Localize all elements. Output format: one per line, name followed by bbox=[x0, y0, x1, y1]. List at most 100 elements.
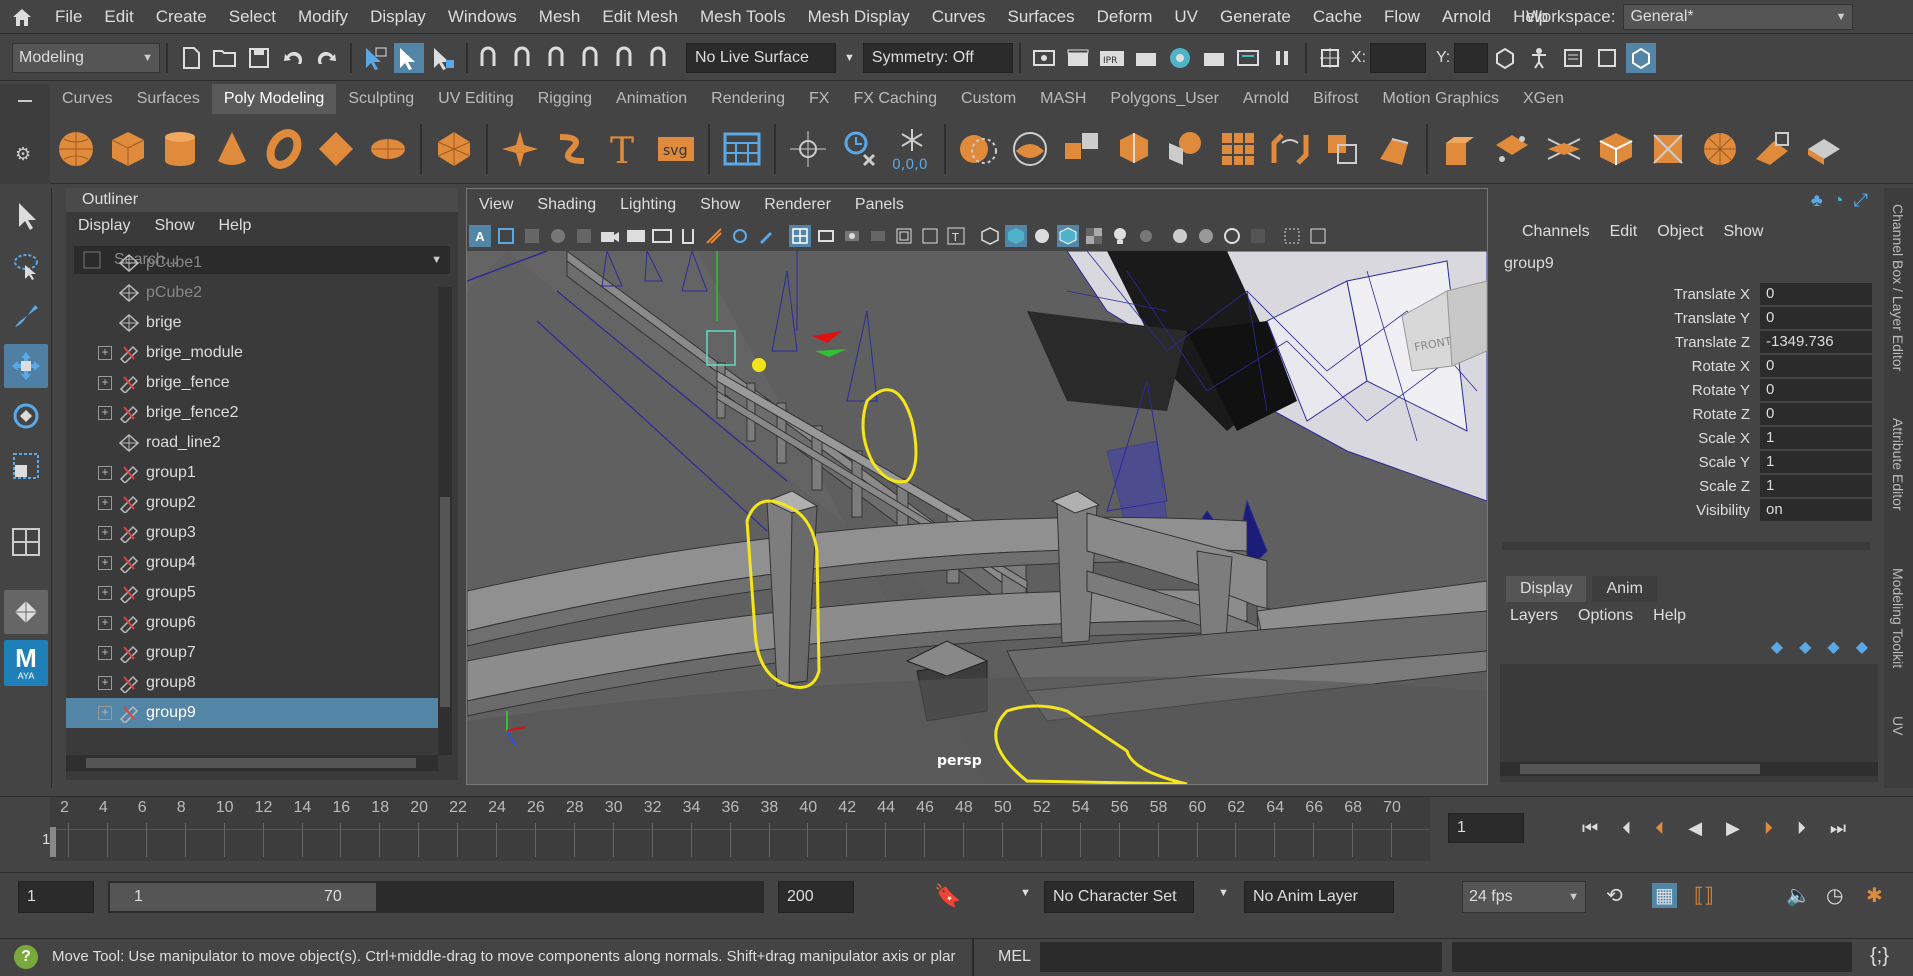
new-empty-layer-icon[interactable]: ◆ bbox=[1827, 637, 1839, 657]
field-chart-icon[interactable] bbox=[893, 225, 915, 247]
outliner-item[interactable]: + group9 bbox=[66, 698, 438, 728]
menu-arnold[interactable]: Arnold bbox=[1431, 0, 1502, 34]
scale-tool-icon[interactable] bbox=[4, 444, 48, 488]
sweep-mesh-icon[interactable] bbox=[550, 127, 594, 171]
scrollbar-thumb[interactable] bbox=[1520, 764, 1760, 774]
expand-icon[interactable]: + bbox=[98, 556, 112, 570]
script-editor-icon[interactable]: {;} bbox=[1870, 945, 1889, 968]
ipr-render-icon[interactable]: IPR bbox=[1097, 43, 1127, 73]
audio-icon[interactable]: 🔈 bbox=[1786, 883, 1811, 908]
delete-history-icon[interactable] bbox=[838, 127, 882, 171]
shelf-tab-fx[interactable]: FX bbox=[797, 84, 841, 114]
fill-hole-icon[interactable] bbox=[1320, 127, 1364, 171]
safe-action-icon[interactable] bbox=[677, 225, 699, 247]
bridge-icon[interactable] bbox=[1268, 127, 1312, 171]
scene-icon[interactable]: ♣ bbox=[1811, 190, 1823, 211]
step-back-key-icon[interactable]: ⏴ bbox=[1622, 818, 1631, 839]
menu-edit-mesh[interactable]: Edit Mesh bbox=[591, 0, 689, 34]
move-layer-down-icon[interactable]: ◆ bbox=[1799, 637, 1811, 657]
live-surface-field[interactable]: No Live Surface bbox=[686, 42, 836, 73]
append-polygon-icon[interactable] bbox=[1372, 127, 1416, 171]
mirror-icon[interactable] bbox=[1008, 127, 1052, 171]
smooth-icon[interactable] bbox=[956, 127, 1000, 171]
character-set-field[interactable]: No Character Set bbox=[1044, 881, 1194, 913]
select-tool-icon[interactable] bbox=[4, 194, 48, 238]
timeline-settings-icon[interactable]: ◷ bbox=[1826, 883, 1843, 908]
scrollbar-thumb[interactable] bbox=[86, 758, 416, 768]
platonic-solid-icon[interactable] bbox=[432, 127, 476, 171]
menu-file[interactable]: File bbox=[44, 0, 93, 34]
select-highlight-icon[interactable] bbox=[1281, 225, 1303, 247]
wedge-icon[interactable] bbox=[1646, 127, 1690, 171]
animation-end-field[interactable]: 200 bbox=[778, 881, 854, 913]
channel-row[interactable]: Rotate Z 0 bbox=[1500, 402, 1878, 426]
snap-vertex-icon[interactable] bbox=[646, 43, 676, 73]
menu-edit[interactable]: Edit bbox=[93, 0, 144, 34]
viewport-menu-renderer[interactable]: Renderer bbox=[752, 196, 843, 214]
pause-icon[interactable] bbox=[1267, 43, 1297, 73]
shelf-tab-poly-modeling[interactable]: Poly Modeling bbox=[211, 84, 337, 114]
xray-icon[interactable] bbox=[1169, 225, 1191, 247]
layer-h-scrollbar[interactable] bbox=[1500, 762, 1878, 776]
expand-icon[interactable]: + bbox=[98, 646, 112, 660]
menu-select[interactable]: Select bbox=[218, 0, 287, 34]
open-scene-icon[interactable] bbox=[210, 43, 240, 73]
expand-icon[interactable]: + bbox=[98, 346, 112, 360]
time-ticks[interactable]: 1 2 4 6 8 10 12 14 16 18 20 22 24 26 28 30 32 34 36 38 40 42… bbox=[42, 797, 1430, 861]
y-coord-field[interactable] bbox=[1454, 42, 1489, 73]
layer-menu-options[interactable]: Options bbox=[1568, 607, 1643, 625]
channel-value-field[interactable]: 0 bbox=[1760, 403, 1872, 425]
fps-dropdown[interactable]: 24 fps ▼ bbox=[1462, 881, 1586, 913]
boolean-icon[interactable] bbox=[1164, 127, 1208, 171]
smooth-shade-icon[interactable] bbox=[1005, 225, 1027, 247]
menu-modify[interactable]: Modify bbox=[287, 0, 359, 34]
snap-point-icon[interactable] bbox=[544, 43, 574, 73]
channel-menu-channels[interactable]: Channels bbox=[1512, 223, 1600, 241]
play-forwards-icon[interactable]: ▶ bbox=[1726, 818, 1740, 839]
viewport-menu-shading[interactable]: Shading bbox=[525, 196, 608, 214]
safe-title-icon[interactable] bbox=[919, 225, 941, 247]
save-scene-icon[interactable] bbox=[244, 43, 274, 73]
outliner-item[interactable]: + brige_fence2 bbox=[66, 398, 438, 428]
bookmark-icon[interactable] bbox=[521, 225, 543, 247]
outliner-item[interactable]: + group2 bbox=[66, 488, 438, 518]
loop-icon[interactable]: ⟲ bbox=[1606, 883, 1623, 908]
help-question-icon[interactable]: ? bbox=[14, 945, 38, 969]
outliner-item[interactable]: + group3 bbox=[66, 518, 438, 548]
poke-face-icon[interactable] bbox=[1594, 127, 1638, 171]
channel-value-field[interactable]: 1 bbox=[1760, 427, 1872, 449]
render-sequence-icon[interactable] bbox=[1199, 43, 1229, 73]
menu-cache[interactable]: Cache bbox=[1302, 0, 1373, 34]
channel-value-field[interactable]: 1 bbox=[1760, 475, 1872, 497]
outliner-item[interactable]: + group1 bbox=[66, 458, 438, 488]
layer-menu-layers[interactable]: Layers bbox=[1500, 607, 1568, 625]
channel-box-toggle-icon[interactable] bbox=[1626, 42, 1657, 73]
textured-icon[interactable] bbox=[1083, 225, 1105, 247]
menu-uv[interactable]: UV bbox=[1163, 0, 1209, 34]
current-frame-field[interactable]: 1 bbox=[1448, 813, 1524, 843]
target-weld-icon[interactable] bbox=[1802, 127, 1846, 171]
select-camera-icon[interactable]: A bbox=[469, 225, 491, 247]
render-settings-icon[interactable] bbox=[1131, 43, 1161, 73]
bridge-edge-icon[interactable] bbox=[1542, 127, 1586, 171]
poly-torus-icon[interactable] bbox=[262, 127, 306, 171]
step-forward-frame-icon[interactable]: ⏵ bbox=[1764, 818, 1773, 839]
snap-grid-icon[interactable] bbox=[476, 43, 506, 73]
shelf-menu-icon[interactable] bbox=[18, 100, 32, 102]
scrollbar-thumb[interactable] bbox=[440, 497, 450, 707]
outliner-item[interactable]: + brige_fence bbox=[66, 368, 438, 398]
side-tab-modeling-toolkit[interactable]: Modeling Toolkit bbox=[1890, 568, 1906, 668]
shelf-tab-motion-graphics[interactable]: Motion Graphics bbox=[1371, 84, 1512, 114]
menu-windows[interactable]: Windows bbox=[437, 0, 528, 34]
poly-cone-icon[interactable] bbox=[210, 127, 254, 171]
poly-cube-icon[interactable] bbox=[106, 127, 150, 171]
symmetry-field[interactable]: Symmetry: Off bbox=[862, 42, 1013, 73]
shelf-tab-bifrost[interactable]: Bifrost bbox=[1301, 84, 1370, 114]
paint-select-icon[interactable] bbox=[4, 294, 48, 338]
attribute-editor-icon[interactable] bbox=[1558, 43, 1588, 73]
channel-menu-edit[interactable]: Edit bbox=[1600, 223, 1648, 241]
poly-cylinder-icon[interactable] bbox=[158, 127, 202, 171]
time-slider[interactable]: 1 2 4 6 8 10 12 14 16 18 20 22 24 26 28 30 32 34 36 38 40 42… bbox=[0, 796, 1913, 861]
side-tab-uv[interactable]: UV bbox=[1890, 716, 1906, 735]
channel-row[interactable]: Rotate X 0 bbox=[1500, 354, 1878, 378]
